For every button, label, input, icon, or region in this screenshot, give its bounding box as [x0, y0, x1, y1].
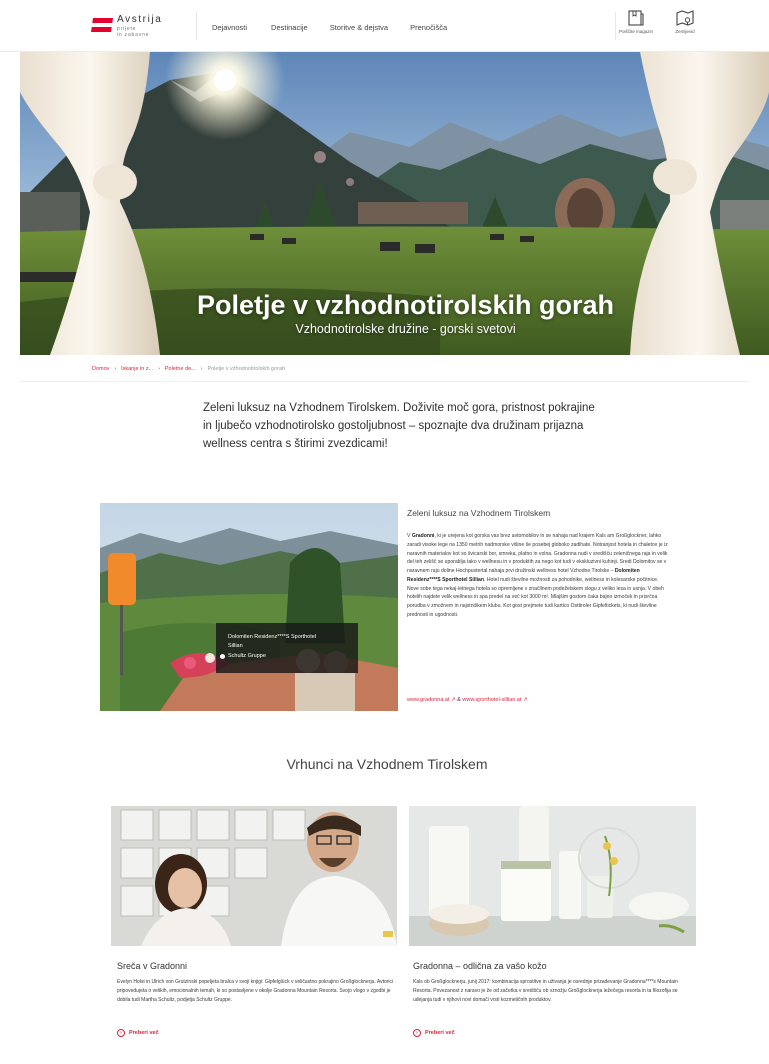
map-pin-icon [676, 10, 694, 26]
hero-subtitle: Vzhodnotirolske družine - gorski svetovi [295, 322, 516, 336]
read-more-button-1[interactable]: › Preberi več [117, 1029, 159, 1037]
breadcrumb-current: Poletje v vzhodnotirolskih gorah [207, 366, 286, 372]
card-image-2[interactable] [409, 806, 696, 946]
read-more-button-2[interactable]: › Preberi več [413, 1029, 455, 1037]
magazine-label: Poiščite magazin [618, 29, 654, 34]
card-body-2: Kals ob Großglocknerju, junij 2017: komb… [413, 979, 678, 1003]
authors-photo [111, 806, 397, 946]
arrow-circle-icon: › [413, 1029, 421, 1037]
caption-source: Schultz Gruppe [220, 652, 349, 661]
read-more-label-2: Preberi več [425, 1030, 455, 1036]
copyright-icon [220, 653, 225, 659]
highlights-title: Vrhunci na Vzhodnem Tirolskem [286, 756, 488, 772]
feature-title: Zeleni luksuz na Vzhodnem Tirolskem [407, 508, 551, 518]
feature-body: V Gradonni, ki je urejena kot gorska vas… [407, 532, 669, 620]
austria-flag-icon [91, 18, 113, 33]
header-divider [196, 12, 197, 40]
breadcrumb-separator-icon: › [114, 366, 117, 372]
feature-body-bold-1: Gradonni [411, 533, 435, 539]
card-title-1[interactable]: Sreča v Gradonni [117, 961, 187, 971]
read-more-label-1: Preberi več [129, 1030, 159, 1036]
magazine-button[interactable]: Poiščite magazin [617, 8, 655, 35]
breadcrumb-separator-icon: › [158, 366, 160, 372]
caption-text-2: Sillian [228, 642, 243, 649]
nav-item-destinations[interactable]: Destinacije [271, 23, 308, 32]
logo-name: Avstrija [117, 14, 163, 25]
site-header: Avstrija prijete in zabavne Dejavnosti D… [0, 0, 769, 52]
main-nav: Dejavnosti Destinacije Storitve & dejstv… [212, 23, 469, 32]
breadcrumb-item-2[interactable]: Iskanje in z... [121, 366, 153, 372]
cosmetics-photo [409, 806, 696, 946]
breadcrumb-divider [20, 381, 749, 382]
hotel-terrace-image [100, 503, 398, 711]
breadcrumb-item-3[interactable]: Poletne de... [165, 366, 196, 372]
card-title-2[interactable]: Gradonna – odlična za vašo kožo [413, 961, 547, 971]
logo-tagline-2: in zabavne [117, 32, 150, 38]
logo-text: Avstrija prijete in zabavne [117, 15, 162, 38]
intro-text: Zeleni luksuz na Vzhodnem Tirolskem. Dož… [203, 402, 595, 450]
nav-item-accommodation[interactable]: Prenočišča [410, 23, 447, 32]
breadcrumb-separator-icon: › [200, 366, 203, 372]
feature-image: Dolomiten Residenz****S Sporthotel Silli… [100, 503, 398, 711]
breadcrumb-home[interactable]: Domov [92, 366, 109, 372]
austria-logo[interactable]: Avstrija prijete in zabavne [91, 15, 192, 41]
hero-title: Poletje v vzhodnotirolskih gorah [196, 290, 615, 320]
card-body-1: Evelyn Holst in Ulrich von Grutzinski po… [117, 979, 394, 1003]
header-divider-right [615, 12, 616, 40]
arrow-circle-icon: › [117, 1029, 125, 1037]
map-label: Zemljevid [675, 29, 695, 34]
magazine-icon [628, 10, 644, 26]
hero-banner: Poletje v vzhodnotirolskih gorah Vzhodno… [20, 52, 769, 355]
image-caption: Dolomiten Residenz****S Sporthotel Silli… [216, 623, 358, 673]
map-button[interactable]: Zemljevid [666, 8, 704, 35]
sporthotel-link[interactable]: www.sporthotel-sillian.at ↗ [462, 697, 527, 703]
nav-item-activities[interactable]: Dejavnosti [212, 23, 247, 32]
breadcrumb: Domov › Iskanje in z... › Poletne de... … [92, 366, 285, 372]
gradonna-link[interactable]: www.gradonna.at ↗ [407, 697, 456, 703]
caption-text-1: Dolomiten Residenz****S Sporthotel [228, 634, 317, 640]
caption-source-text: Schultz Gruppe [228, 653, 266, 660]
nav-item-services[interactable]: Storitve & dejstva [330, 23, 388, 32]
feature-links: www.gradonna.at ↗ & www.sporthotel-silli… [407, 697, 528, 703]
card-image-1[interactable] [111, 806, 397, 946]
